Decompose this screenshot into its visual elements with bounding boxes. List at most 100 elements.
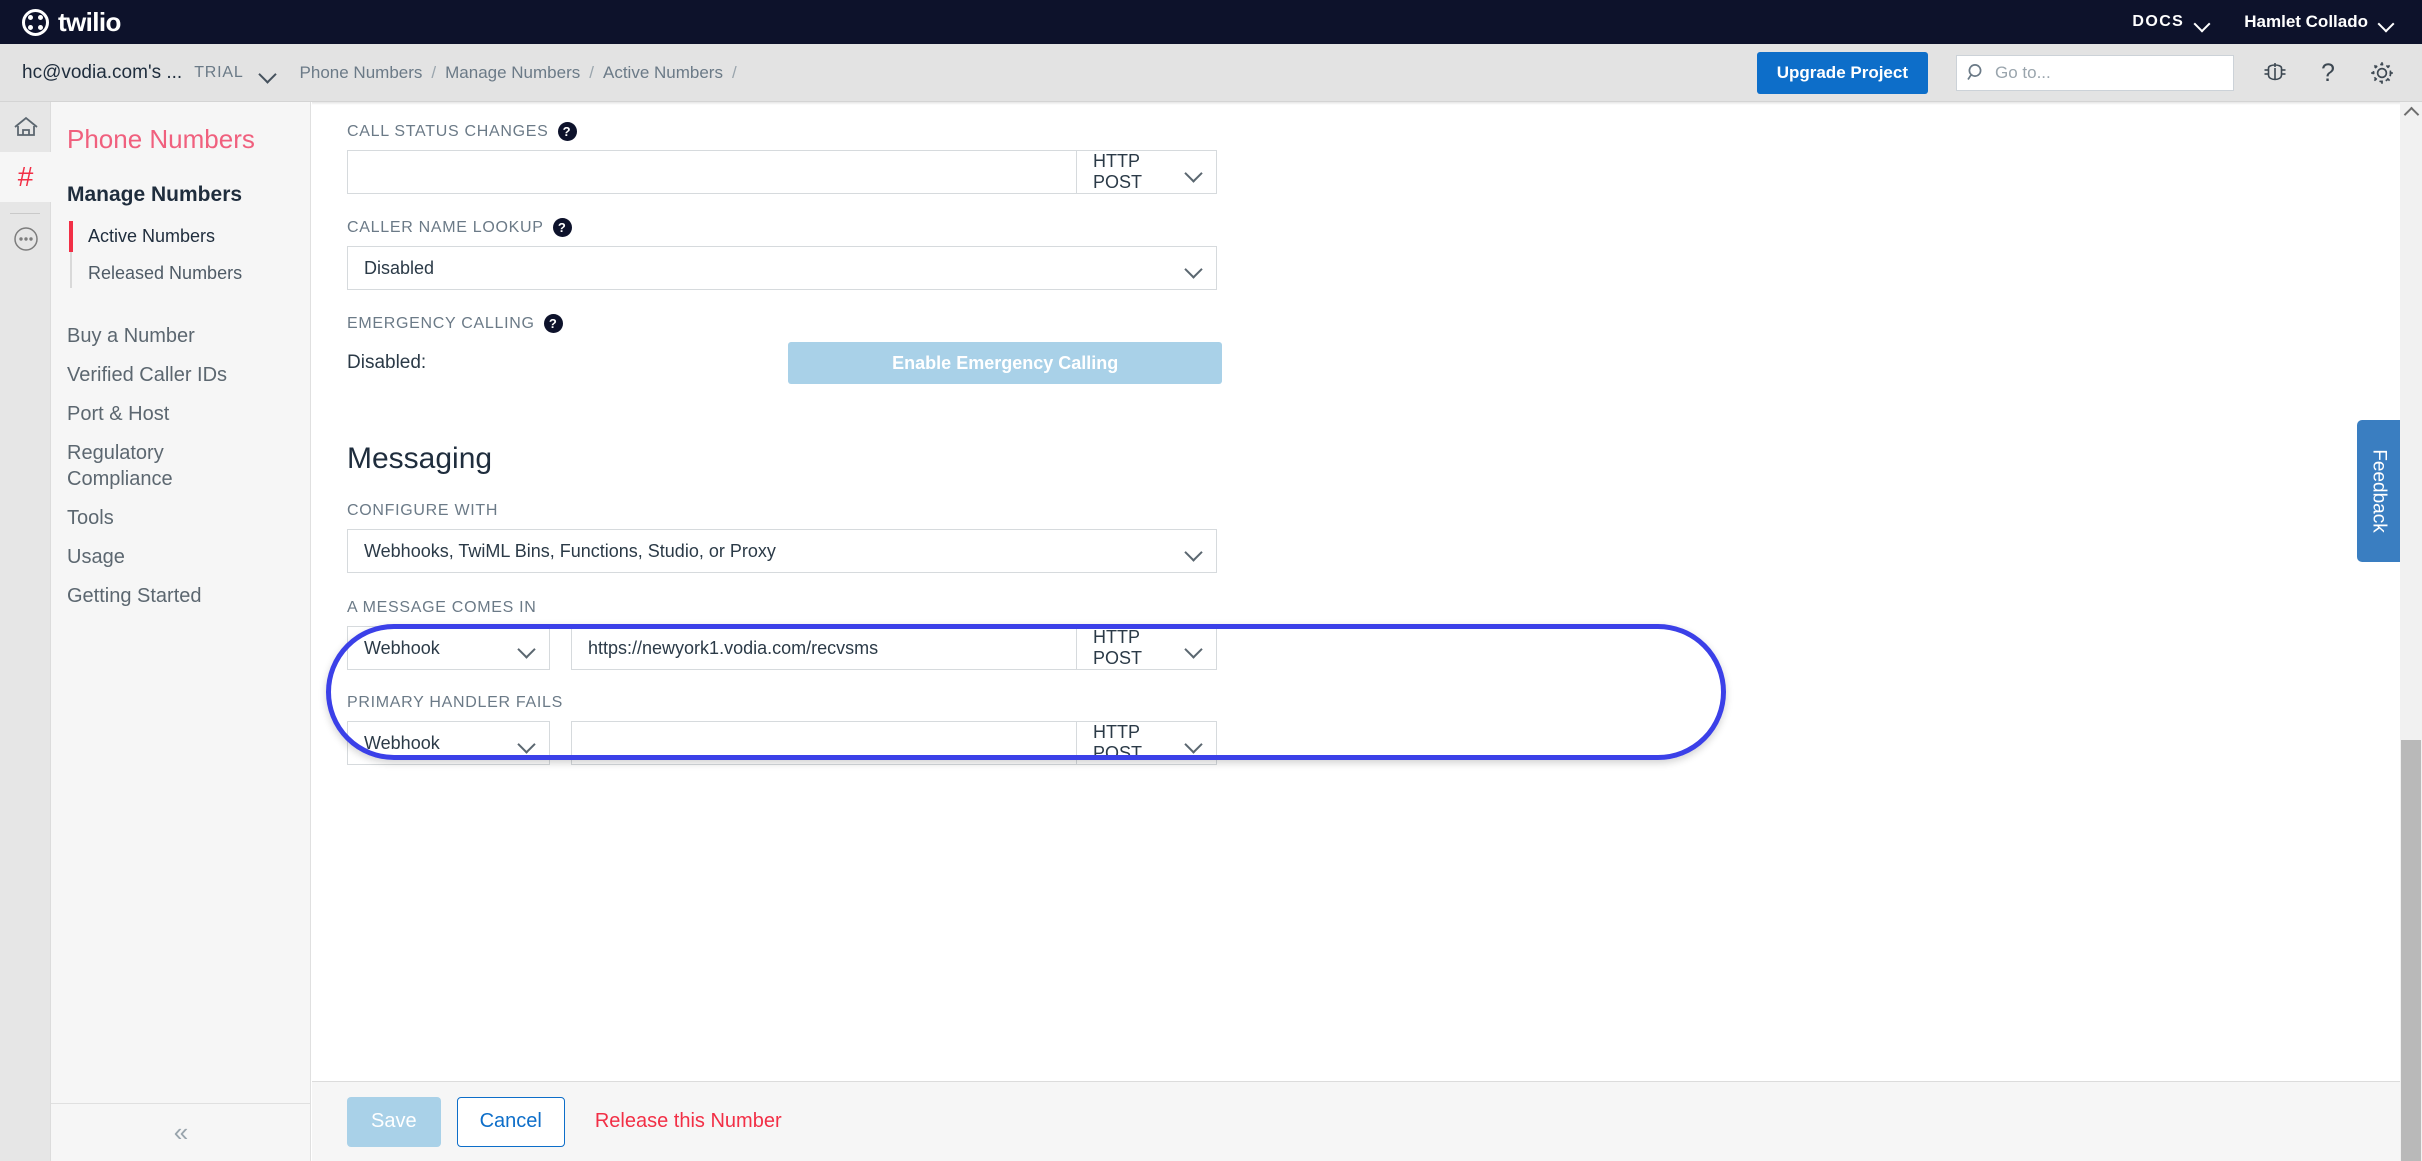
breadcrumb-item-phone-numbers[interactable]: Phone Numbers (300, 63, 423, 83)
configure-with-label: CONFIGURE WITH (347, 502, 2400, 520)
configure-with-select[interactable]: Webhooks, TwiML Bins, Functions, Studio,… (347, 529, 1217, 573)
chevron-down-icon (1184, 546, 1202, 556)
chevron-down-icon (1184, 167, 1202, 177)
hash-icon: # (17, 161, 34, 192)
configure-with-label-text: CONFIGURE WITH (347, 502, 499, 519)
sidebar-item-regulatory-compliance[interactable]: Regulatory Compliance (67, 427, 207, 492)
sidebar-item-getting-started[interactable]: Getting Started (67, 570, 247, 609)
sub-header: hc@vodia.com's ... TRIAL Phone Numbers /… (0, 44, 2422, 102)
settings-button[interactable] (2368, 59, 2396, 87)
sidebar-group-manage-numbers[interactable]: Manage Numbers (67, 183, 310, 207)
search-input[interactable]: Go to... (1956, 54, 2234, 91)
rail-item-more[interactable] (0, 214, 51, 264)
chevron-down-icon (1184, 643, 1202, 653)
scrollbar-up-arrow-icon[interactable] (2400, 102, 2422, 122)
account-switcher-chevron-down-icon[interactable] (258, 68, 278, 78)
sidebar-item-usage[interactable]: Usage (67, 531, 247, 570)
primary-handler-fails-method-select[interactable]: HTTP POST (1077, 721, 1217, 765)
primary-handler-fails-url-input[interactable] (571, 721, 1077, 765)
user-name-label: Hamlet Collado (2244, 12, 2368, 31)
call-status-changes-method-select[interactable]: HTTP POST (1077, 150, 1217, 194)
user-menu[interactable]: Hamlet Collado (2244, 12, 2394, 32)
breadcrumb: Phone Numbers / Manage Numbers / Active … (300, 63, 737, 83)
sidebar-item-verified-caller-ids[interactable]: Verified Caller IDs (67, 349, 247, 388)
rail-item-home[interactable] (0, 102, 51, 152)
call-status-changes-label-text: CALL STATUS CHANGES (347, 122, 549, 140)
primary-handler-fails-handler-select[interactable]: Webhook (347, 721, 550, 765)
sidebar-item-port-and-host[interactable]: Port & Host (67, 388, 247, 427)
account-tier-badge: TRIAL (194, 63, 244, 81)
ellipsis-circle-icon (13, 227, 38, 251)
a-message-comes-in-label: A MESSAGE COMES IN (347, 599, 2400, 617)
double-chevron-left-icon: « (173, 1117, 189, 1147)
page-scrollbar-thumb[interactable] (2401, 740, 2421, 1161)
feedback-tab[interactable]: Feedback (2357, 420, 2400, 562)
emergency-calling-status: Disabled: (347, 352, 427, 373)
docs-menu[interactable]: DOCS (2132, 13, 2210, 31)
brand-wordmark: twilio (58, 6, 121, 37)
sidebar-item-tools[interactable]: Tools (67, 492, 247, 531)
feedback-tab-label: Feedback (2368, 449, 2390, 533)
twilio-logo[interactable]: twilio (22, 7, 121, 38)
main-content: CALL STATUS CHANGES ? HTTP POST CALLER N… (312, 102, 2400, 1161)
account-name: hc@vodia.com's ... (22, 61, 183, 83)
cancel-button[interactable]: Cancel (456, 1096, 565, 1147)
chevron-down-icon (2196, 18, 2210, 26)
save-button[interactable]: Save (347, 1096, 441, 1147)
caller-name-lookup-label-text: CALLER NAME LOOKUP (347, 218, 544, 236)
rail-item-phone-numbers[interactable]: # (0, 152, 51, 202)
question-mark-circle-icon[interactable]: ? (543, 314, 563, 333)
enable-emergency-calling-button[interactable]: Enable Emergency Calling (788, 342, 1223, 384)
search-placeholder: Go to... (1995, 62, 2051, 82)
caller-name-lookup-select[interactable]: Disabled (347, 246, 1217, 290)
sidebar-title-phone-numbers[interactable]: Phone Numbers (67, 124, 310, 155)
primary-handler-fails-method-value: HTTP POST (1093, 722, 1143, 763)
twilio-logo-icon (22, 8, 49, 36)
docs-label: DOCS (2132, 13, 2185, 30)
a-message-comes-in-method-value: HTTP POST (1093, 627, 1143, 668)
primary-handler-fails-label: PRIMARY HANDLER FAILS (347, 694, 2400, 712)
sidebar-item-buy-a-number[interactable]: Buy a Number (67, 310, 247, 349)
icon-rail: # (0, 102, 51, 1161)
primary-handler-fails-handler-value: Webhook (364, 732, 440, 753)
a-message-comes-in-handler-value: Webhook (364, 637, 440, 658)
help-button[interactable]: ? (2316, 59, 2340, 87)
messaging-section-heading: Messaging (347, 442, 493, 475)
form-action-bar: Save Cancel Release this Number (312, 1081, 2400, 1161)
debugger-button[interactable] (2262, 59, 2288, 87)
a-message-comes-in-row: Webhook https://newyork1.vodia.com/recvs… (347, 626, 2400, 670)
chevron-down-icon (517, 643, 535, 653)
release-this-number-link[interactable]: Release this Number (595, 1110, 782, 1133)
upgrade-project-button[interactable]: Upgrade Project (1756, 51, 1928, 94)
emergency-calling-row: Disabled: Enable Emergency Calling (347, 342, 2400, 384)
configure-with-value: Webhooks, TwiML Bins, Functions, Studio,… (364, 540, 776, 561)
chevron-down-icon (517, 738, 535, 748)
home-icon (13, 116, 38, 136)
a-message-comes-in-handler-select[interactable]: Webhook (347, 626, 550, 670)
a-message-comes-in-url-input[interactable]: https://newyork1.vodia.com/recvsms (571, 626, 1077, 670)
chevron-down-icon (1184, 738, 1202, 748)
breadcrumb-item-active-numbers[interactable]: Active Numbers (603, 63, 723, 83)
emergency-calling-label: EMERGENCY CALLING ? (347, 314, 2400, 333)
breadcrumb-item-manage-numbers[interactable]: Manage Numbers (445, 63, 580, 83)
call-status-changes-url-input[interactable] (347, 150, 1077, 194)
question-mark-icon: ? (2321, 59, 2335, 87)
breadcrumb-separator: / (589, 62, 594, 82)
sidebar-item-released-numbers[interactable]: Released Numbers (72, 258, 310, 289)
sidebar-item-active-numbers[interactable]: Active Numbers (69, 221, 310, 252)
chevron-down-icon (1184, 263, 1202, 273)
bug-icon (2264, 62, 2286, 80)
breadcrumb-separator: / (431, 62, 437, 82)
sidebar: Phone Numbers Manage Numbers Active Numb… (51, 102, 311, 1161)
gear-icon (2371, 61, 2393, 84)
primary-handler-fails-label-text: PRIMARY HANDLER FAILS (347, 694, 563, 711)
call-status-changes-label: CALL STATUS CHANGES ? (347, 122, 2400, 141)
question-mark-circle-icon[interactable]: ? (552, 218, 572, 237)
question-mark-circle-icon[interactable]: ? (557, 122, 577, 141)
svg-text:?: ? (2321, 59, 2335, 87)
a-message-comes-in-method-select[interactable]: HTTP POST (1077, 626, 1217, 670)
sidebar-collapse-button[interactable]: « (51, 1103, 311, 1161)
primary-handler-fails-row: Webhook HTTP POST (347, 721, 2400, 765)
caller-name-lookup-value: Disabled (364, 257, 435, 278)
call-status-changes-row: HTTP POST (347, 150, 2400, 194)
